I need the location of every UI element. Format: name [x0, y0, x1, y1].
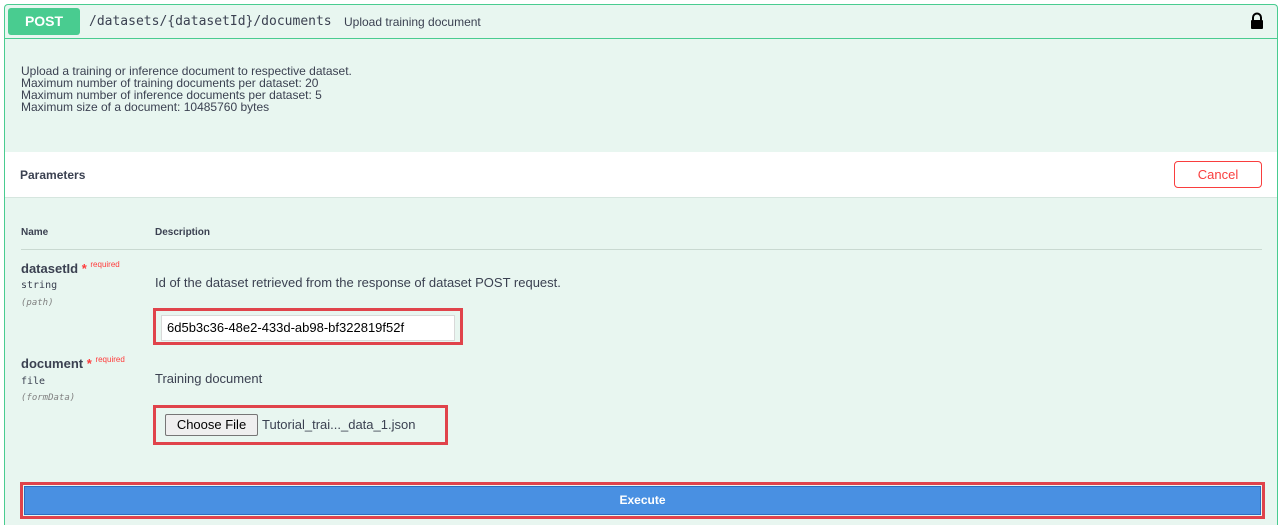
operation-summary-text: Upload training document: [344, 15, 481, 29]
selected-file-name: Tutorial_trai..._data_1.json: [262, 417, 416, 432]
column-header-description: Description: [155, 227, 211, 238]
param-name-label: datasetId: [21, 261, 79, 276]
column-header-name: Name: [21, 227, 49, 238]
param-name-label: document: [21, 356, 84, 371]
execute-button[interactable]: Execute: [24, 486, 1261, 515]
param-name-datasetid: datasetId * required: [21, 260, 120, 276]
operation-description: Upload a training or inference document …: [21, 65, 352, 113]
required-label: required: [95, 355, 125, 364]
param-type: file: [21, 376, 46, 387]
highlight-execute: Execute: [20, 482, 1265, 519]
operation-path: /datasets/{datasetId}/documents: [89, 14, 332, 29]
required-star: *: [81, 261, 87, 276]
cancel-button[interactable]: Cancel: [1174, 161, 1262, 188]
param-type: string: [21, 280, 58, 291]
required-star: *: [86, 356, 92, 371]
param-location: (formData): [21, 393, 76, 403]
parameters-header: Parameters Cancel: [5, 152, 1277, 198]
param-description: Training document: [155, 371, 263, 386]
param-name-document: document * required: [21, 355, 125, 371]
operation-block-post: POST /datasets/{datasetId}/documents Upl…: [4, 4, 1278, 525]
highlight-dataset-input: 6d5b3c36-48e2-433d-ab98-bf322819f52f: [153, 308, 463, 345]
param-description: Id of the dataset retrieved from the res…: [155, 275, 561, 290]
description-line: Maximum size of a document: 10485760 byt…: [21, 100, 270, 114]
datasetid-input[interactable]: 6d5b3c36-48e2-433d-ab98-bf322819f52f: [161, 315, 455, 341]
required-label: required: [90, 260, 120, 269]
table-header-divider: [21, 249, 1262, 250]
choose-file-button[interactable]: Choose File: [165, 414, 258, 436]
lock-icon[interactable]: [1249, 12, 1265, 30]
highlight-file-input: Choose File Tutorial_trai..._data_1.json: [153, 405, 448, 445]
param-location: (path): [21, 298, 54, 308]
operation-summary[interactable]: POST /datasets/{datasetId}/documents Upl…: [5, 5, 1277, 39]
method-badge: POST: [8, 8, 80, 35]
parameters-title: Parameters: [20, 168, 86, 182]
